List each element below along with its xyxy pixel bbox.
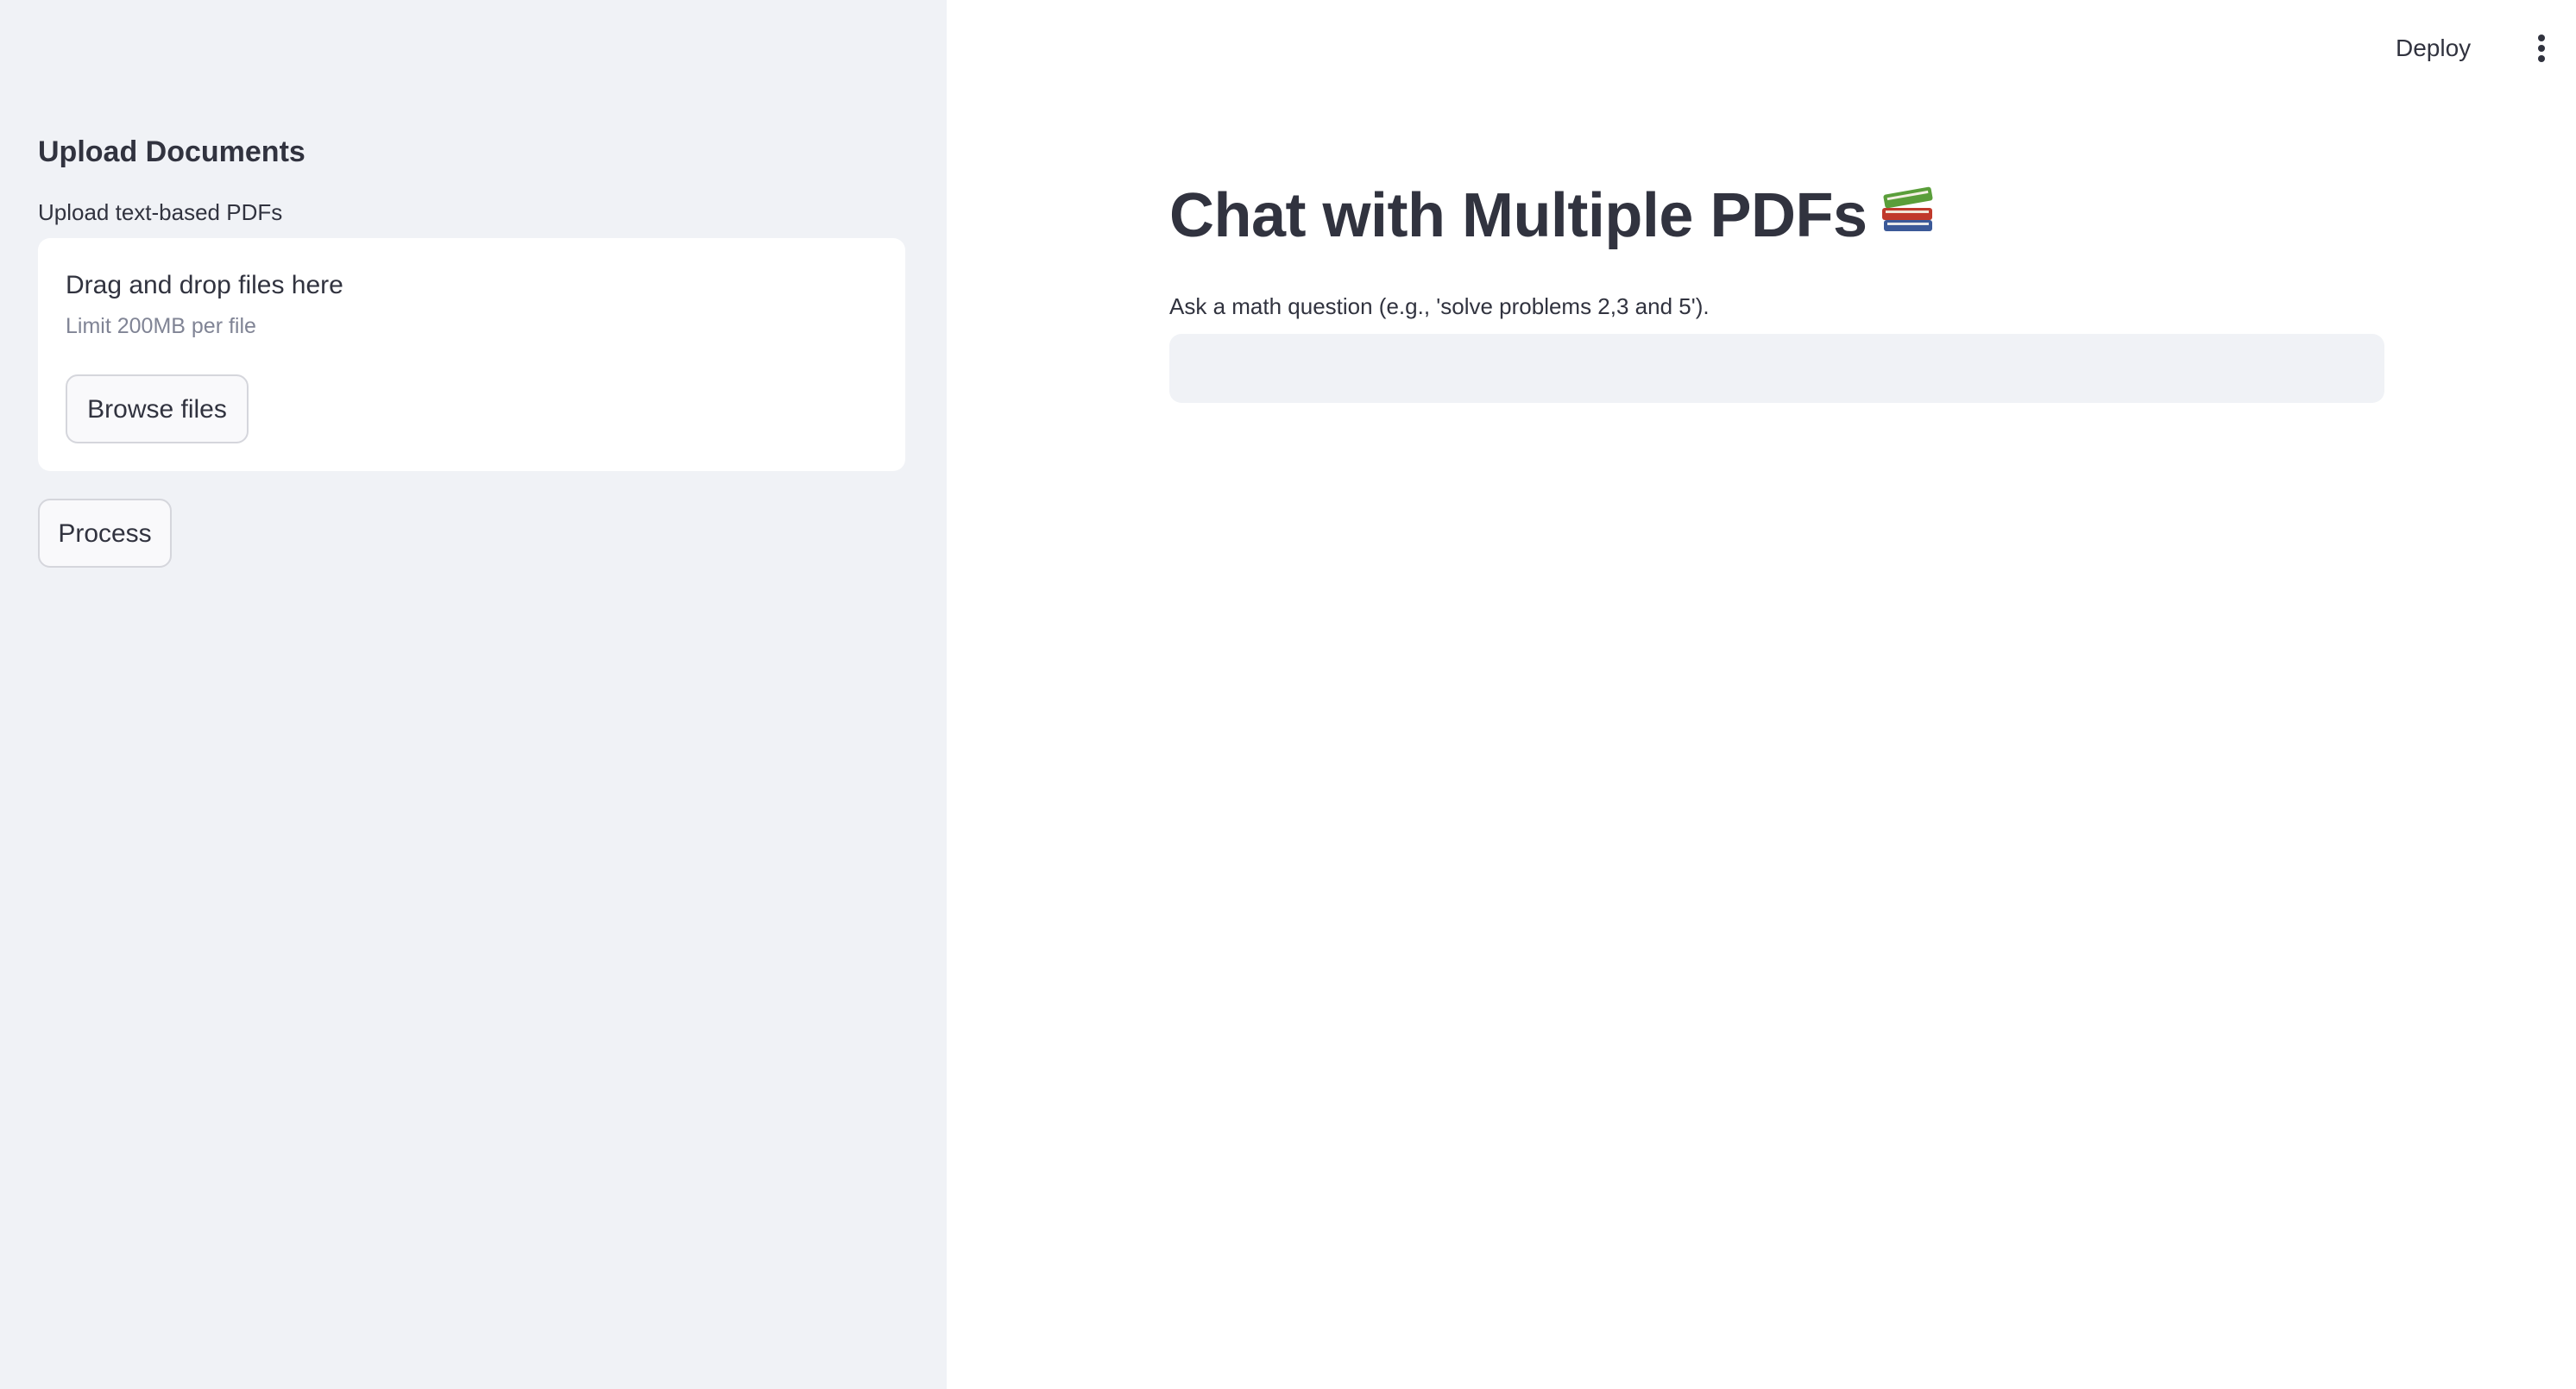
file-uploader-label: Upload text-based PDFs (38, 199, 283, 225)
main-menu-button[interactable] (2529, 29, 2554, 67)
page-title: Chat with Multiple PDFs (1169, 173, 2384, 263)
sidebar: Upload Documents Upload text-based PDFs … (0, 0, 947, 1389)
browse-files-button[interactable]: Browse files (66, 374, 249, 443)
process-button[interactable]: Process (38, 499, 172, 568)
sidebar-content: Upload Documents Upload text-based PDFs … (38, 128, 905, 568)
dropzone-limit-text: Limit 200MB per file (66, 314, 256, 338)
main-content: Chat with Multiple PDFs Ask a math quest (1169, 173, 2384, 403)
question-input[interactable] (1169, 333, 2384, 403)
deploy-button[interactable]: Deploy (2396, 29, 2471, 67)
file-dropzone[interactable]: Drag and drop files here Limit 200MB per… (38, 238, 905, 471)
books-icon (1879, 172, 1937, 258)
question-label: Ask a math question (e.g., 'solve proble… (1169, 292, 1710, 319)
app-root: Upload Documents Upload text-based PDFs … (0, 0, 2576, 1389)
page-title-text: Chat with Multiple PDFs (1169, 181, 1867, 250)
dropzone-title: Drag and drop files here (66, 271, 343, 299)
sidebar-heading: Upload Documents (38, 135, 305, 168)
vertical-ellipsis-icon (2538, 35, 2545, 62)
